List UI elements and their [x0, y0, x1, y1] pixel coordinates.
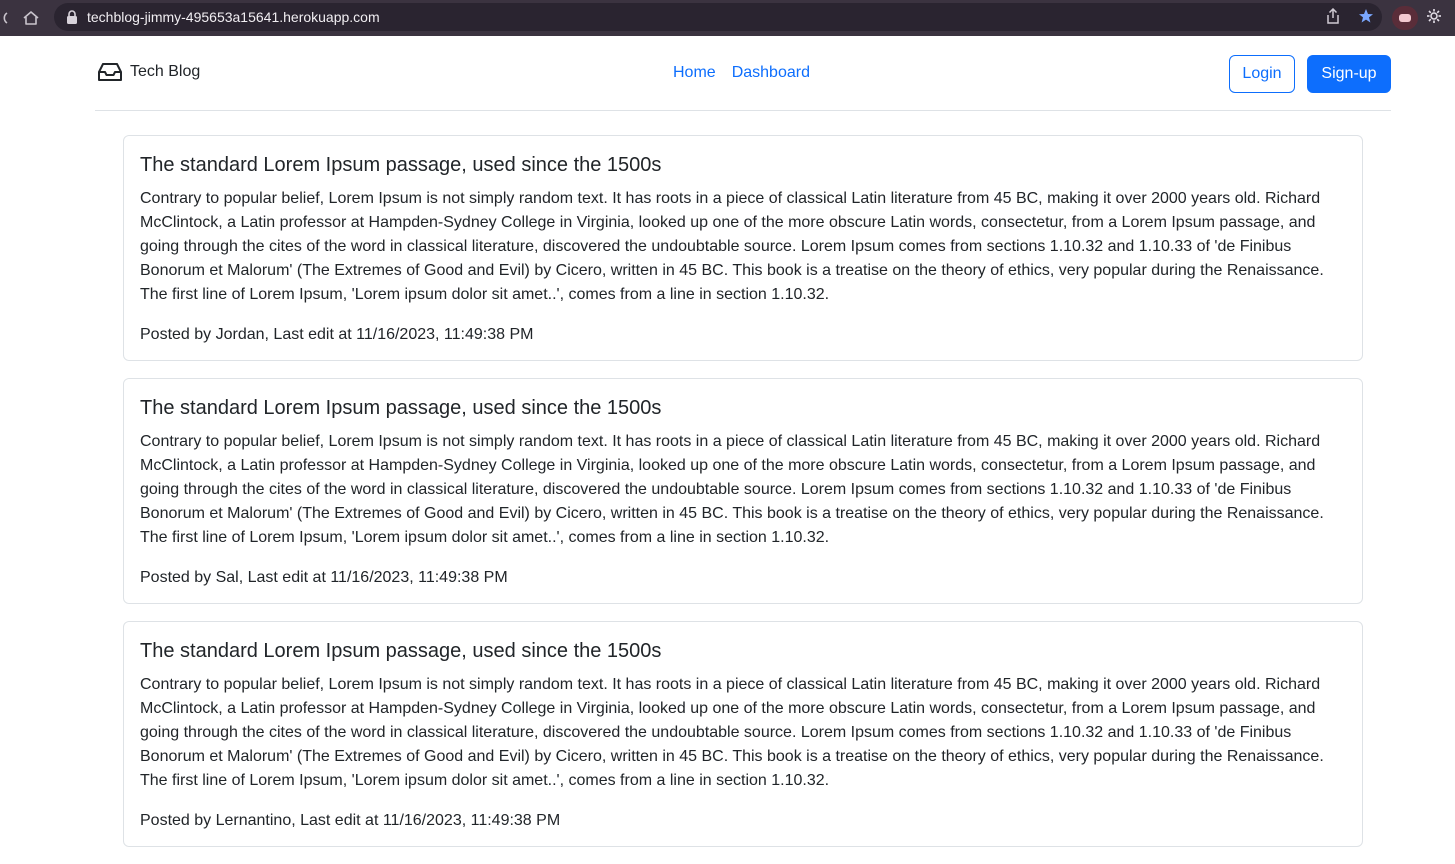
brand-link[interactable]: Tech Blog [97, 62, 200, 82]
nav-home[interactable]: Home [673, 64, 716, 82]
lock-icon[interactable] [66, 10, 84, 24]
gear-icon[interactable] [1426, 8, 1442, 28]
post-body: Contrary to popular belief, Lorem Ipsum … [140, 190, 1324, 303]
extension-icon[interactable] [1392, 6, 1418, 30]
post-body: Contrary to popular belief, Lorem Ipsum … [140, 433, 1324, 546]
reload-icon[interactable] [0, 10, 8, 26]
nav-dashboard[interactable]: Dashboard [732, 64, 810, 82]
post-list: The standard Lorem Ipsum passage, used s… [123, 135, 1363, 864]
address-bar[interactable]: techblog-jimmy-495653a15641.herokuapp.co… [54, 3, 1382, 31]
main-nav: Home Dashboard [673, 64, 810, 82]
post-card[interactable]: The standard Lorem Ipsum passage, used s… [123, 378, 1363, 604]
post-body: Contrary to popular belief, Lorem Ipsum … [140, 676, 1324, 789]
url-text[interactable]: techblog-jimmy-495653a15641.herokuapp.co… [87, 9, 380, 25]
post-title[interactable]: The standard Lorem Ipsum passage, used s… [140, 637, 1346, 665]
post-card[interactable]: The standard Lorem Ipsum passage, used s… [123, 621, 1363, 847]
post-meta: Posted by Lernantino, Last edit at 11/16… [140, 812, 561, 829]
browser-nav-icons [0, 9, 54, 27]
signup-button[interactable]: Sign-up [1307, 55, 1391, 93]
auth-buttons: Login Sign-up [1229, 55, 1391, 93]
home-icon[interactable] [22, 9, 40, 27]
post-meta: Posted by Jordan, Last edit at 11/16/202… [140, 326, 534, 343]
star-icon[interactable] [1358, 8, 1374, 27]
address-bar-actions [1326, 3, 1374, 31]
browser-extensions [1392, 5, 1455, 31]
inbox-tray-icon [97, 62, 123, 82]
browser-toolbar: techblog-jimmy-495653a15641.herokuapp.co… [0, 0, 1455, 36]
post-title[interactable]: The standard Lorem Ipsum passage, used s… [140, 151, 1346, 179]
post-card[interactable]: The standard Lorem Ipsum passage, used s… [123, 135, 1363, 361]
brand-name: Tech Blog [130, 63, 201, 80]
site-header: Tech Blog Home Dashboard Login Sign-up [95, 38, 1391, 111]
post-title[interactable]: The standard Lorem Ipsum passage, used s… [140, 394, 1346, 422]
login-button[interactable]: Login [1229, 55, 1295, 93]
share-icon[interactable] [1326, 7, 1340, 27]
post-meta: Posted by Sal, Last edit at 11/16/2023, … [140, 569, 508, 586]
